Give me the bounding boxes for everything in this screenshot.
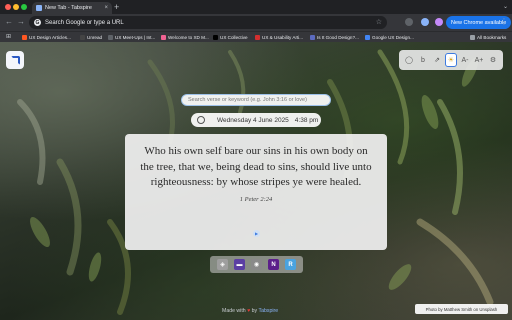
bookmark-favicon-icon bbox=[255, 35, 260, 40]
bookmark-item[interactable]: Is It Good Design?... bbox=[310, 33, 359, 42]
forward-button[interactable]: → bbox=[17, 17, 25, 27]
bookmarks-bar: ⊞ UX Design Articles... Unread UX Meet-U… bbox=[0, 31, 512, 42]
bookmark-star-icon[interactable]: ☆ bbox=[376, 18, 382, 26]
tab-search-icon[interactable]: ⌄ bbox=[503, 3, 508, 10]
tab-close-icon[interactable]: × bbox=[104, 5, 108, 11]
heart-icon: ♥ bbox=[247, 308, 251, 314]
dock-app-5[interactable]: R bbox=[285, 259, 296, 270]
address-bar[interactable]: G Search Google or type a URL ☆ bbox=[29, 16, 387, 29]
by-label: by bbox=[251, 308, 258, 314]
current-time: 4:38 pm bbox=[294, 116, 319, 124]
profile-avatar-icon[interactable] bbox=[435, 18, 443, 26]
bookmark-item[interactable]: Welcome to XD M... bbox=[161, 33, 209, 42]
new-tab-page: ◯ b ⇗ ☀ A- A+ ⚙ Search verse or keyword … bbox=[0, 42, 512, 320]
browser-tab[interactable]: New Tab - Tabspire × bbox=[32, 2, 112, 14]
share-button[interactable]: ⇗ bbox=[431, 53, 443, 67]
minimize-window-icon[interactable] bbox=[13, 4, 19, 10]
all-bookmarks-folder[interactable]: All Bookmarks bbox=[470, 33, 506, 42]
dock-app-4[interactable]: N bbox=[268, 259, 279, 270]
verse-text: Who his own self bare our sins in his ow… bbox=[140, 145, 372, 188]
bookmark-favicon-icon bbox=[108, 35, 113, 40]
footer-credit: Made with ♥ by Tabspire bbox=[222, 308, 278, 314]
bookmark-favicon-icon bbox=[365, 35, 370, 40]
control-panel: ◯ b ⇗ ☀ A- A+ ⚙ bbox=[399, 50, 503, 70]
bookmark-label: Google UX Design... bbox=[372, 35, 414, 40]
dock-app-3[interactable]: ◉ bbox=[251, 259, 262, 270]
chrome-update-label: New Chrome available bbox=[451, 19, 507, 26]
made-with-label: Made with bbox=[222, 308, 246, 314]
decrease-font-button[interactable]: A- bbox=[459, 53, 471, 67]
bookmark-item[interactable]: UX Collective bbox=[213, 33, 248, 42]
bookmark-label: Unread bbox=[87, 35, 103, 40]
maximize-window-icon[interactable] bbox=[21, 4, 27, 10]
bookmark-label: UX & Usability Arti... bbox=[262, 35, 304, 40]
browser-menu-icon[interactable]: ⋮ bbox=[500, 17, 508, 26]
bookmark-label: Is It Good Design?... bbox=[317, 35, 359, 40]
bookmark-label: UX Collective bbox=[220, 35, 248, 40]
current-date: Wednesday 4 June 2025 bbox=[217, 116, 289, 124]
extensions-puzzle-icon[interactable] bbox=[421, 18, 429, 26]
tab-favicon-icon bbox=[36, 5, 42, 11]
address-placeholder: Search Google or type a URL bbox=[45, 19, 124, 26]
app-dock: ◈ ▬ ◉ N R bbox=[210, 256, 303, 273]
google-icon: G bbox=[34, 19, 41, 26]
bookmark-label: Welcome to XD M... bbox=[168, 35, 209, 40]
dock-app-2[interactable]: ▬ bbox=[234, 259, 245, 270]
bookmark-favicon-icon bbox=[310, 35, 315, 40]
verse-reference: 1 Peter 2:24 bbox=[239, 195, 273, 203]
bookmark-favicon-icon bbox=[22, 35, 27, 40]
apps-grid-icon[interactable]: ⊞ bbox=[6, 34, 11, 41]
bookmark-favicon-icon bbox=[213, 35, 218, 40]
bookmark-label: UX Design Articles... bbox=[29, 35, 71, 40]
settings-button[interactable]: ⚙ bbox=[487, 53, 499, 67]
dock-app-1[interactable]: ◈ bbox=[217, 259, 228, 270]
clock-icon bbox=[197, 116, 205, 124]
close-window-icon[interactable] bbox=[5, 4, 11, 10]
folder-icon bbox=[470, 35, 475, 40]
bookmark-item[interactable]: Unread bbox=[80, 33, 102, 42]
bookmark-item[interactable]: UX Design Articles... bbox=[22, 33, 71, 42]
app-logo-icon bbox=[6, 51, 24, 69]
bookmark-label: UX Meet-Ups | Int... bbox=[115, 35, 156, 40]
author-link[interactable]: Tabspire bbox=[259, 308, 279, 314]
browser-toolbar: ← → G Search Google or type a URL ☆ New … bbox=[0, 14, 512, 31]
verse-search-placeholder: Search verse or keyword (e.g. John 3:16 … bbox=[188, 97, 307, 103]
bookmark-favicon-icon bbox=[80, 35, 85, 40]
verse-search-input[interactable]: Search verse or keyword (e.g. John 3:16 … bbox=[181, 94, 331, 106]
bookmark-item[interactable]: Google UX Design... bbox=[365, 33, 414, 42]
tab-bar: New Tab - Tabspire × + ⌄ bbox=[0, 0, 512, 14]
increase-font-button[interactable]: A+ bbox=[473, 53, 485, 67]
bible-version-button[interactable]: b bbox=[417, 53, 429, 67]
bookmark-favicon-icon bbox=[161, 35, 166, 40]
photo-credit-text: Photo by Matthew Smith on Unsplash bbox=[425, 306, 498, 312]
bookmark-item[interactable]: UX & Usability Arti... bbox=[255, 33, 303, 42]
refresh-verse-button[interactable]: ◯ bbox=[403, 53, 415, 67]
photo-credit[interactable]: Photo by Matthew Smith on Unsplash bbox=[415, 304, 508, 314]
tab-title: New Tab - Tabspire bbox=[45, 5, 92, 11]
verse-card: Who his own self bare our sins in his ow… bbox=[125, 134, 387, 250]
all-bookmarks-label: All Bookmarks bbox=[477, 35, 507, 40]
back-button[interactable]: ← bbox=[5, 17, 13, 27]
extension-icon[interactable] bbox=[405, 18, 413, 26]
play-audio-icon[interactable]: ▶ bbox=[253, 230, 260, 237]
theme-toggle-button[interactable]: ☀ bbox=[445, 53, 457, 67]
bookmark-item[interactable]: UX Meet-Ups | Int... bbox=[108, 33, 155, 42]
date-time-pill: Wednesday 4 June 2025 4:38 pm bbox=[191, 113, 321, 127]
new-tab-button[interactable]: + bbox=[114, 2, 119, 12]
